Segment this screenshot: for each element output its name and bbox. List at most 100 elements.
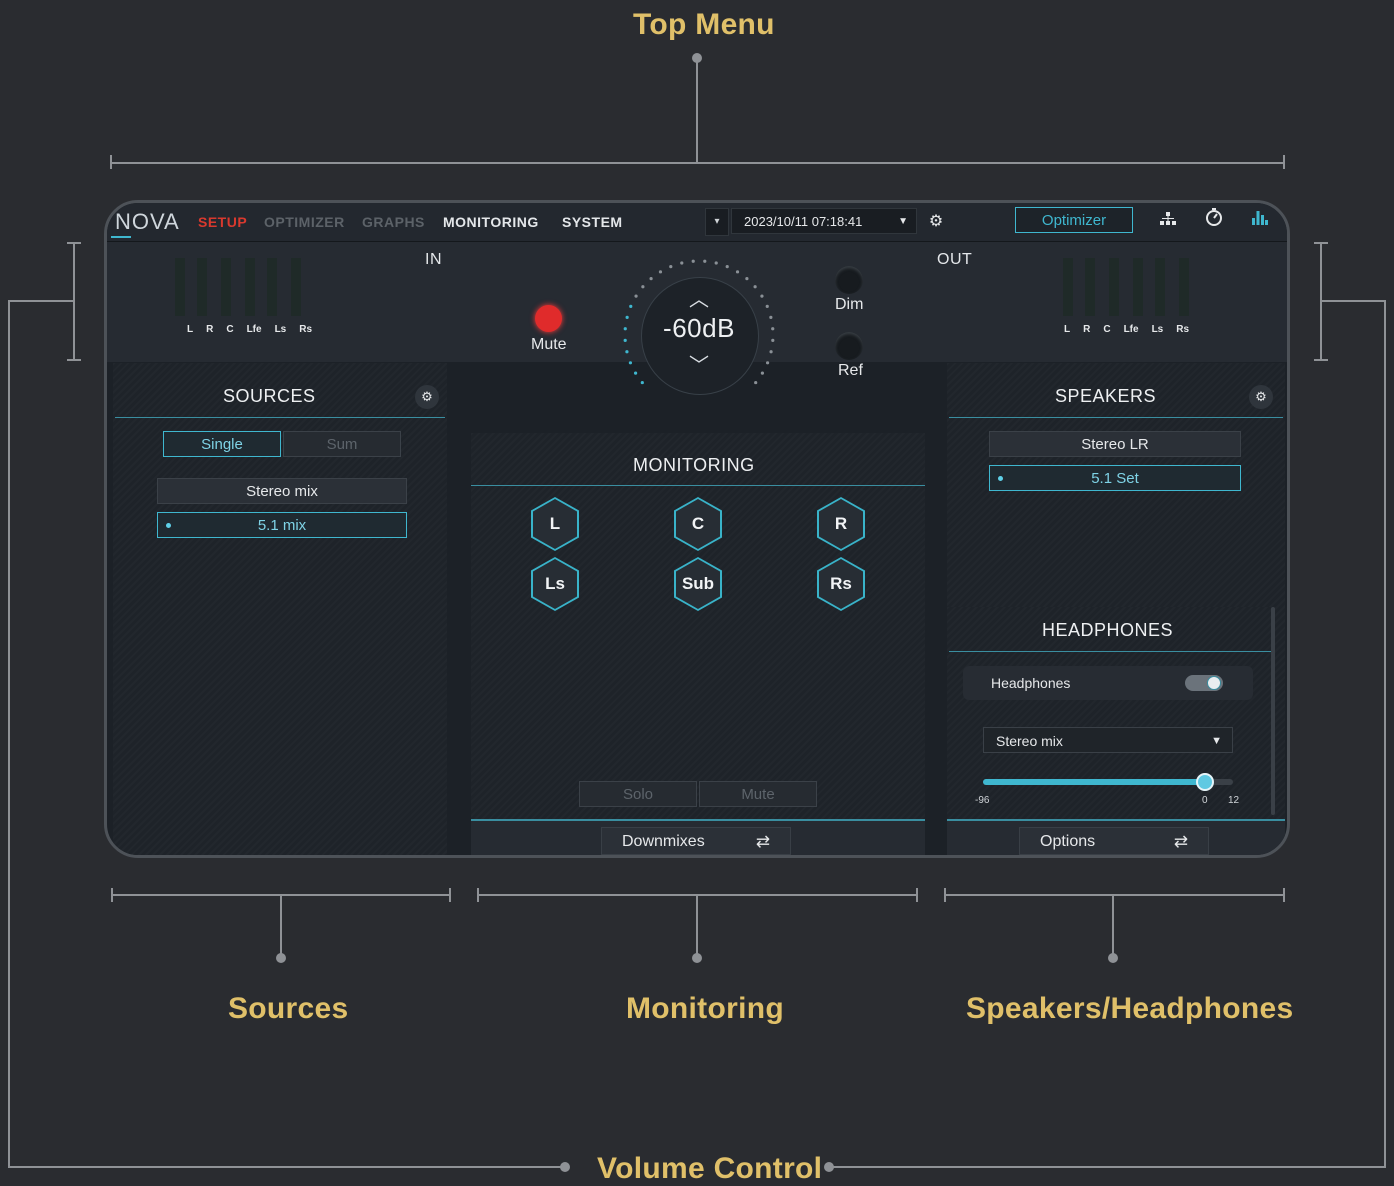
speaker-l-button[interactable]: L [531,497,579,551]
source-item-label: 5.1 mix [257,517,307,534]
callout-monitoring: Monitoring [626,992,784,1025]
speaker-set-5-1[interactable]: 5.1 Set [989,465,1241,491]
sources-panel: SOURCES ⚙ Single Sum Stereo mix 5.1 mix [113,363,447,855]
top-menu-bar: NOVA SETUP OPTIMIZER GRAPHS MONITORING S… [107,203,1287,242]
tab-setup[interactable]: SETUP [198,214,247,230]
chevron-down-icon: ▼ [898,216,908,227]
optimizer-button[interactable]: Optimizer [1015,207,1133,233]
speaker-c-button[interactable]: C [674,497,722,551]
slider-zero-label: 0 [1202,795,1208,806]
callout-bracket-end [477,888,479,902]
callout-bracket-end [67,359,81,361]
network-icon[interactable] [1153,207,1183,237]
volume-knob[interactable]: ︿ -60dB ﹀ [619,255,779,415]
solo-button[interactable]: Solo [579,781,697,807]
speaker-sub-button[interactable]: Sub [674,557,722,611]
options-label: Options [1040,833,1096,850]
sources-settings-icon[interactable]: ⚙ [415,385,439,409]
output-meters [1063,256,1203,316]
callout-bracket [110,162,1285,164]
speaker-r-button[interactable]: R [817,497,865,551]
callout-bracket-end [944,888,946,902]
callout-volume-control: Volume Control [597,1152,823,1185]
select-value: Stereo mix [996,733,1063,749]
settings-icon[interactable]: ⚙ [921,207,951,237]
dial-dot [691,259,695,263]
speakers-settings-icon[interactable]: ⚙ [1249,385,1273,409]
ref-button[interactable] [835,332,863,360]
callout-bracket-end [111,888,113,902]
volume-up-icon[interactable]: ︿ [619,283,779,312]
dial-dot [703,259,707,263]
options-button[interactable]: Options ⇄ [1019,827,1209,855]
tab-monitoring[interactable]: MONITORING [443,214,539,230]
callout-line [280,896,282,954]
dim-button[interactable] [835,266,863,294]
dial-dot [680,261,684,265]
refresh-icon: ⇄ [1173,832,1188,851]
speaker-ls-button[interactable]: Ls [531,557,579,611]
monitor-mute-button[interactable]: Mute [699,781,817,807]
slider-max-label: 12 [1228,795,1240,806]
callout-dot [560,1162,570,1172]
dial-dot [649,277,653,281]
callout-bracket [944,894,1285,896]
headphones-toggle-label: Headphones [991,675,1071,691]
callout-bracket-end [1283,155,1285,169]
source-mode-single[interactable]: Single [163,431,281,457]
volume-value: -60dB [663,313,735,343]
dial-dot [745,277,749,281]
callout-bracket-end [1314,359,1328,361]
headphones-title: HEADPHONES [1042,620,1174,640]
callout-sources: Sources [228,992,349,1025]
speaker-set-stereo-lr[interactable]: Stereo LR [989,431,1241,457]
downmixes-button[interactable]: Downmixes ⇄ [601,827,791,855]
datetime-value: 2023/10/11 07:18:41 [744,214,863,229]
callout-line [8,300,74,302]
slider-handle[interactable] [1196,773,1215,791]
monitoring-footer: Downmixes ⇄ [471,819,925,855]
ref-label: Ref [838,362,863,379]
headphones-volume-slider[interactable] [983,773,1233,791]
input-meters [175,256,315,316]
tab-optimizer[interactable]: OPTIMIZER [264,214,345,230]
callout-dot [276,953,286,963]
headphones-source-select[interactable]: Stereo mix ▼ [983,727,1233,753]
logo-underline [111,236,131,238]
tab-graphs[interactable]: GRAPHS [362,214,425,230]
callout-line [8,300,10,1168]
callout-line [8,1166,564,1168]
dial-dot [735,270,740,274]
source-mode-sum[interactable]: Sum [283,431,401,457]
callout-speakers-headphones: Speakers/Headphones [966,992,1294,1025]
mute-button[interactable] [535,305,562,332]
dial-dot [754,380,758,385]
dim-label: Dim [835,296,864,313]
speaker-rs-button[interactable]: Rs [817,557,865,611]
callout-line [696,58,698,162]
callout-bracket-end [1283,888,1285,902]
nova-app-window: NOVA SETUP OPTIMIZER GRAPHS MONITORING S… [104,200,1290,858]
volume-down-icon[interactable]: ﹀ [619,349,779,378]
source-item-stereo-mix[interactable]: Stereo mix [157,478,407,504]
headphones-toggle[interactable] [1185,675,1223,691]
dial-dot [725,264,729,269]
callout-bracket-end [1314,242,1328,244]
output-label: OUT [937,251,973,268]
dropdown-icon[interactable]: ▾ [705,208,729,236]
monitoring-title: MONITORING [633,455,755,475]
callout-top-menu: Top Menu [633,8,775,41]
timer-icon[interactable] [1199,207,1229,237]
nova-logo: NOVA [115,209,180,234]
callout-bracket-end [110,155,112,169]
sources-title: SOURCES [223,386,316,406]
tab-system[interactable]: SYSTEM [562,214,623,230]
level-meter-icon[interactable] [1245,207,1275,237]
datetime-select[interactable]: 2023/10/11 07:18:41 ▼ [731,208,917,234]
headphones-scrollbar[interactable] [1271,607,1275,815]
source-item-5-1-mix[interactable]: 5.1 mix [157,512,407,538]
speakers-title: SPEAKERS [1055,386,1157,406]
input-label: IN [425,251,442,268]
selected-indicator [998,476,1003,481]
output-channel-labels: L R C Lfe Ls Rs [1064,324,1190,335]
